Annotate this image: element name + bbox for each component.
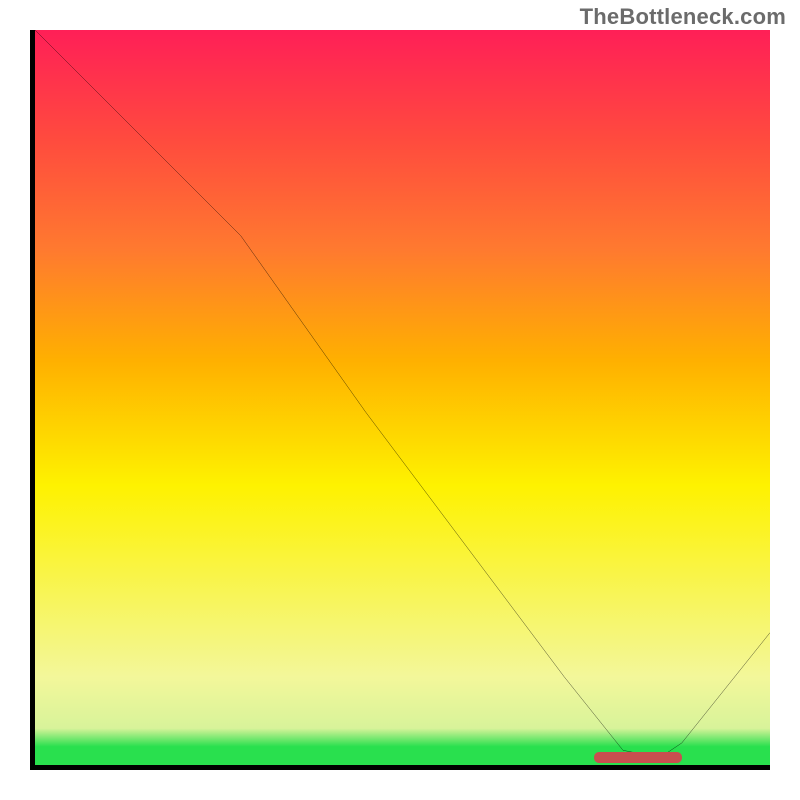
chart-container: TheBottleneck.com [0, 0, 800, 800]
optimal-range-marker [594, 752, 682, 763]
bottleneck-curve [35, 30, 770, 765]
watermark-text: TheBottleneck.com [580, 4, 786, 30]
plot-area [30, 30, 770, 770]
